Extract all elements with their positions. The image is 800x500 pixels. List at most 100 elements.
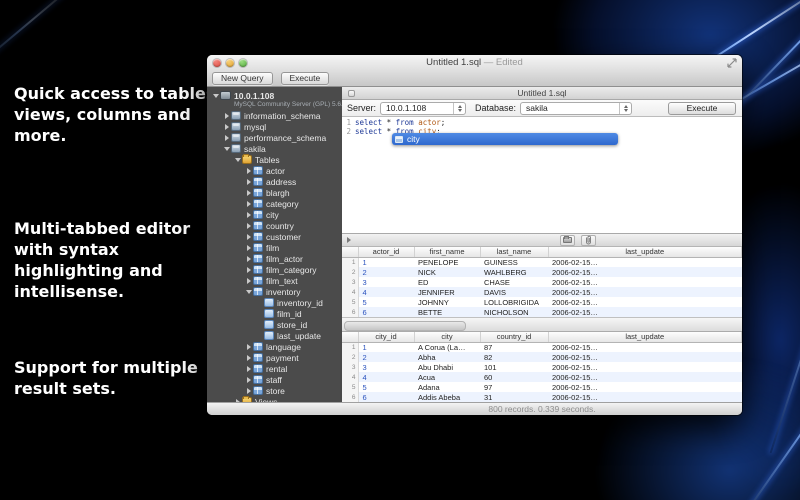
tree-item-label: rental (266, 364, 287, 374)
fullscreen-icon[interactable] (727, 58, 737, 68)
cell: Abha (414, 352, 480, 362)
tree-item-film_category[interactable]: film_category (207, 264, 342, 275)
table-row[interactable]: 44Acua602006-02-15… (342, 372, 742, 382)
disclosure-right-icon[interactable] (244, 221, 253, 230)
table-row[interactable]: 44JENNIFERDAVIS2006-02-15… (342, 287, 742, 297)
tree-item-performance_schema[interactable]: performance_schema (207, 132, 342, 143)
tree-item-film_actor[interactable]: film_actor (207, 253, 342, 264)
disclosure-right-icon[interactable] (244, 210, 253, 219)
tree-item-information_schema[interactable]: information_schema (207, 110, 342, 121)
disclosure-right-icon[interactable] (244, 166, 253, 175)
disclosure-right-icon[interactable] (244, 276, 253, 285)
tree-item-sakila[interactable]: sakila (207, 143, 342, 154)
column-header-last_name[interactable]: last_name (480, 247, 548, 257)
tree-item-inventory[interactable]: inventory (207, 286, 342, 297)
disclosure-down-icon[interactable] (233, 155, 242, 164)
tree-item-10.0.1.108[interactable]: 10.0.1.108MySQL Community Server (GPL) 5… (207, 90, 342, 110)
new-query-button[interactable]: New Query (212, 72, 273, 85)
table-row[interactable]: 55Adana972006-02-15… (342, 382, 742, 392)
tree-item-blargh[interactable]: blargh (207, 187, 342, 198)
disclosure-right-icon[interactable] (244, 243, 253, 252)
table-row[interactable]: 33EDCHASE2006-02-15… (342, 277, 742, 287)
tree-item-label: blargh (266, 188, 290, 198)
tree-item-staff[interactable]: staff (207, 374, 342, 385)
disclosure-right-icon[interactable] (233, 397, 242, 402)
marketing-text-result-sets: Support for multiple result sets. (14, 357, 228, 399)
table-row[interactable]: 66BETTENICHOLSON2006-02-15… (342, 307, 742, 317)
table-row[interactable]: 11PENELOPEGUINESS2006-02-15… (342, 257, 742, 267)
disclosure-down-icon[interactable] (244, 287, 253, 296)
tree-item-store_id[interactable]: store_id (207, 319, 342, 330)
table-row[interactable]: 33Abu Dhabi1012006-02-15… (342, 362, 742, 372)
disclosure-right-icon[interactable] (244, 342, 253, 351)
tree-item-payment[interactable]: payment (207, 352, 342, 363)
cell: 2006-02-15… (548, 267, 742, 277)
disclosure-right-icon[interactable] (347, 237, 351, 243)
tab-title[interactable]: Untitled 1.sql (342, 88, 742, 98)
tree-item-customer[interactable]: customer (207, 231, 342, 242)
table-row[interactable]: 11A Corua (La…872006-02-15… (342, 342, 742, 352)
disclosure-right-icon[interactable] (222, 122, 231, 131)
tree-item-city[interactable]: city (207, 209, 342, 220)
execute-toolbar-button[interactable]: Execute (281, 72, 330, 85)
tree-item-label: category (266, 199, 299, 209)
database-select[interactable]: sakila (520, 102, 632, 115)
table-row[interactable]: 66Addis Abeba312006-02-15… (342, 392, 742, 402)
horizontal-scrollbar[interactable] (342, 317, 742, 332)
disclosure-right-icon[interactable] (222, 133, 231, 142)
disclosure-right-icon[interactable] (244, 364, 253, 373)
disclosure-right-icon[interactable] (244, 386, 253, 395)
table-icon (253, 210, 263, 219)
disclosure-right-icon[interactable] (244, 199, 253, 208)
tree-item-film[interactable]: film (207, 242, 342, 253)
column-header-first_name[interactable]: first_name (414, 247, 480, 257)
tree-item-film_text[interactable]: film_text (207, 275, 342, 286)
column-header-actor_id[interactable]: actor_id (358, 247, 414, 257)
tree-item-address[interactable]: address (207, 176, 342, 187)
tree-item-rental[interactable]: rental (207, 363, 342, 374)
cell: NICK (414, 267, 480, 277)
export-result-button[interactable] (560, 235, 575, 246)
marketing-text-quick-access: Quick access to tables, views, columns a… (14, 83, 228, 146)
disclosure-right-icon[interactable] (244, 375, 253, 384)
tree-item-last_update[interactable]: last_update (207, 330, 342, 341)
tree-item-language[interactable]: language (207, 341, 342, 352)
tree-item-country[interactable]: country (207, 220, 342, 231)
disclosure-right-icon[interactable] (222, 111, 231, 120)
autocomplete-popup[interactable]: city (392, 133, 618, 145)
server-select[interactable]: 10.0.1.108 (380, 102, 466, 115)
tree-item-category[interactable]: category (207, 198, 342, 209)
spacer (255, 331, 264, 340)
tree-item-Tables[interactable]: Tables (207, 154, 342, 165)
column-header-country_id[interactable]: country_id (480, 332, 548, 342)
disclosure-right-icon[interactable] (244, 353, 253, 362)
table-row[interactable]: 22Abha822006-02-15… (342, 352, 742, 362)
database-label: Database: (475, 103, 516, 113)
disclosure-right-icon[interactable] (244, 254, 253, 263)
column-header-city[interactable]: city (414, 332, 480, 342)
disclosure-right-icon[interactable] (244, 188, 253, 197)
sql-editor[interactable]: 1select * from actor;2select * from city… (342, 117, 742, 233)
tree-item-actor[interactable]: actor (207, 165, 342, 176)
disclosure-down-icon[interactable] (222, 144, 231, 153)
column-header-city_id[interactable]: city_id (358, 332, 414, 342)
execute-query-button[interactable]: Execute (668, 102, 736, 115)
column-header-last_update[interactable]: last_update (548, 332, 742, 342)
cell: 2006-02-15… (548, 297, 742, 307)
tree-item-inventory_id[interactable]: inventory_id (207, 297, 342, 308)
cell: 5 (358, 297, 414, 307)
tree-item-mysql[interactable]: mysql (207, 121, 342, 132)
disclosure-right-icon[interactable] (244, 177, 253, 186)
tree-item-film_id[interactable]: film_id (207, 308, 342, 319)
tree-item-store[interactable]: store (207, 385, 342, 396)
folder-icon (242, 397, 252, 402)
column-header-last_update[interactable]: last_update (548, 247, 742, 257)
window-titlebar[interactable]: Untitled 1.sql — Edited (207, 55, 742, 70)
attach-button[interactable] (581, 235, 596, 246)
table-row[interactable]: 55JOHNNYLOLLOBRIGIDA2006-02-15… (342, 297, 742, 307)
table-row[interactable]: 22NICKWAHLBERG2006-02-15… (342, 267, 742, 277)
disclosure-down-icon[interactable] (211, 91, 220, 100)
row-number: 6 (342, 392, 358, 402)
disclosure-right-icon[interactable] (244, 265, 253, 274)
disclosure-right-icon[interactable] (244, 232, 253, 241)
